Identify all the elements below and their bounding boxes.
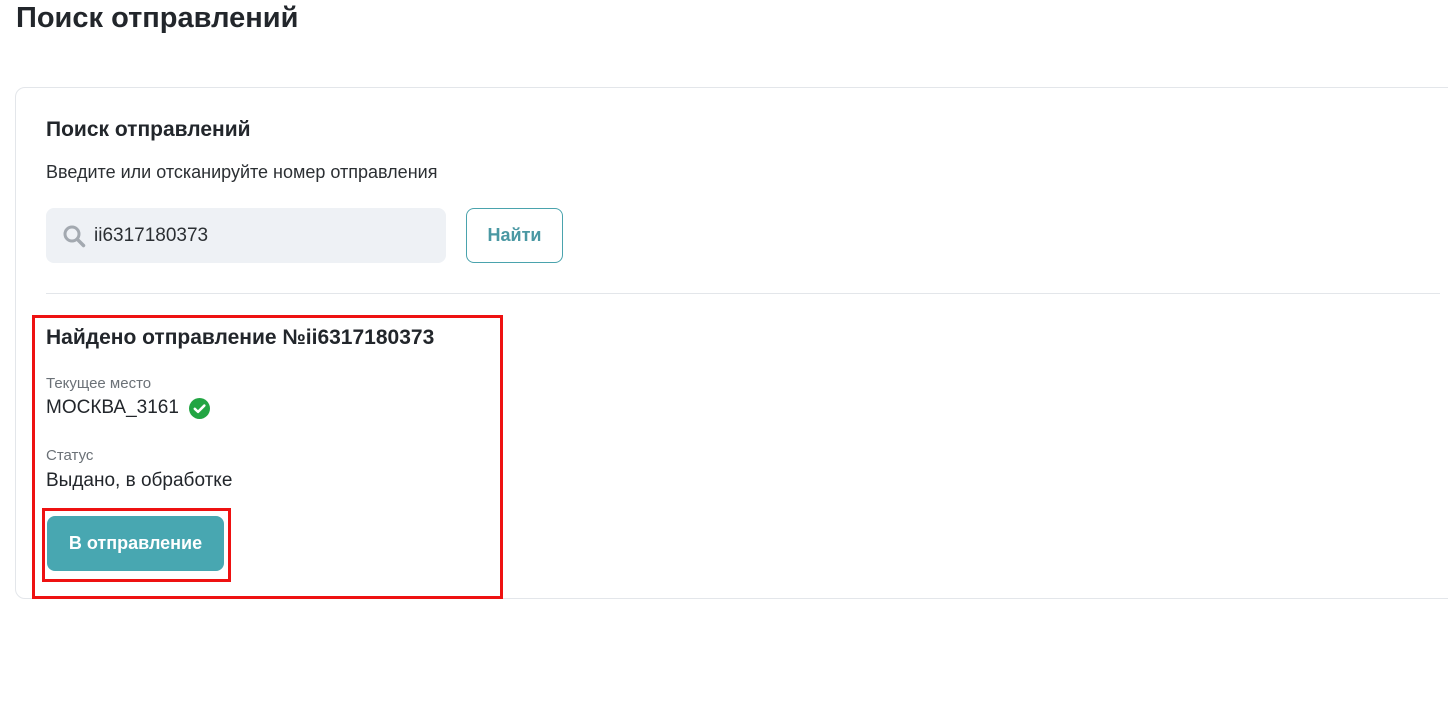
location-value-row: МОСКВА_3161 bbox=[46, 396, 210, 420]
location-value: МОСКВА_3161 bbox=[46, 397, 179, 418]
location-label: Текущее место bbox=[46, 375, 152, 392]
find-button[interactable]: Найти bbox=[466, 208, 563, 263]
status-value: Выдано, в обработке bbox=[46, 470, 233, 491]
result-title: Найдено отправление №ii6317180373 bbox=[46, 326, 435, 349]
page-title: Поиск отправлений bbox=[16, 2, 299, 34]
search-input[interactable] bbox=[94, 208, 434, 263]
search-card-title: Поиск отправлений bbox=[46, 118, 251, 141]
search-box[interactable] bbox=[46, 208, 446, 263]
status-label: Статус bbox=[46, 447, 94, 464]
send-to-dispatch-button[interactable]: В отправление bbox=[47, 516, 224, 571]
search-icon bbox=[63, 225, 86, 248]
check-circle-icon bbox=[188, 397, 210, 419]
search-card-subtitle: Введите или отсканируйте номер отправлен… bbox=[46, 162, 438, 182]
divider bbox=[46, 293, 1440, 294]
